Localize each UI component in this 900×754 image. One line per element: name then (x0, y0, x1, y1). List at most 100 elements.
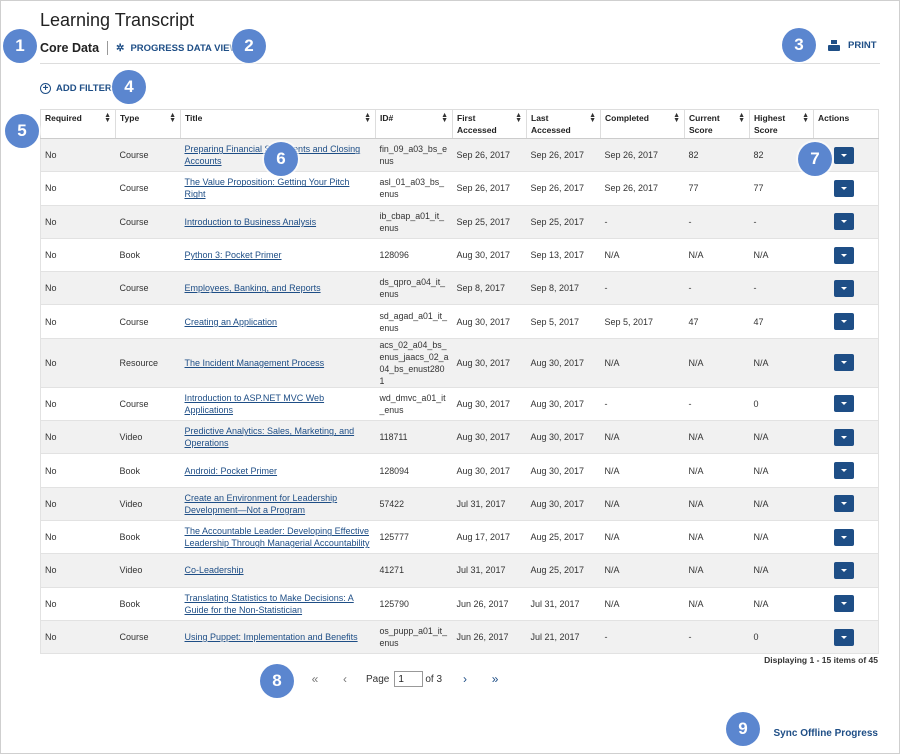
column-header[interactable]: Last Accessed ▲ ▼ (526, 109, 601, 139)
sort-icon[interactable]: ▲ ▼ (738, 112, 745, 124)
prev-page-icon[interactable]: ‹ (338, 672, 352, 686)
cell-first: Aug 30, 2017 (452, 453, 527, 488)
course-title-link[interactable]: Android: Pocket Primer (185, 466, 278, 476)
row-actions-button[interactable] (833, 561, 854, 579)
cell-id: 128096 (375, 238, 453, 273)
course-title-link[interactable]: The Accountable Leader: Developing Effec… (185, 526, 370, 548)
row-actions-button[interactable] (833, 428, 854, 446)
course-title-link[interactable]: Using Puppet: Implementation and Benefit… (185, 632, 358, 642)
course-title-link[interactable]: Employees, Banking, and Reports (185, 283, 321, 293)
cell-highest: N/A (749, 553, 814, 588)
course-title-link[interactable]: Translating Statistics to Make Decisions… (185, 593, 354, 615)
row-actions-button[interactable] (833, 462, 854, 480)
cell-completed: Sep 26, 2017 (600, 171, 685, 206)
callout-badge: 8 (260, 664, 294, 698)
column-header[interactable]: First Accessed ▲ ▼ (452, 109, 527, 139)
cell-first: Aug 30, 2017 (452, 304, 527, 339)
first-page-icon[interactable]: « (308, 672, 322, 686)
cell-first: Jun 26, 2017 (452, 587, 527, 621)
row-actions-button[interactable] (833, 495, 854, 513)
cell-required: No (40, 271, 116, 306)
cell-current: - (684, 620, 750, 655)
course-title-link[interactable]: Python 3: Pocket Primer (185, 250, 282, 260)
cell-required: No (40, 553, 116, 588)
sort-icon[interactable]: ▲ ▼ (441, 112, 448, 124)
row-actions-button[interactable] (833, 313, 854, 331)
caret-down-icon (840, 502, 847, 506)
cell-first: Sep 26, 2017 (452, 138, 527, 173)
caret-down-icon (840, 435, 847, 439)
column-header[interactable]: Highest Score ▲ ▼ (749, 109, 814, 139)
tab-core-data[interactable]: Core Data (40, 41, 99, 55)
course-title-link[interactable]: Introduction to Business Analysis (185, 217, 317, 227)
cell-first: Sep 25, 2017 (452, 205, 527, 239)
column-header-label: Last Accessed (531, 113, 571, 135)
cell-highest: N/A (749, 238, 814, 273)
row-actions-button[interactable] (833, 354, 854, 372)
row-actions-button[interactable] (833, 628, 854, 646)
view-tabs: Core Data ✲ PROGRESS DATA VIEW (40, 40, 238, 56)
cell-completed: N/A (600, 420, 685, 455)
row-actions-button[interactable] (833, 179, 854, 197)
tab-progress-data-view[interactable]: ✲ PROGRESS DATA VIEW (116, 43, 238, 54)
callout-badge: 3 (782, 28, 816, 62)
last-page-icon[interactable]: » (488, 672, 502, 686)
sort-icon[interactable]: ▲ ▼ (673, 112, 680, 124)
course-title-link[interactable]: Create an Environment for Leadership Dev… (185, 493, 338, 515)
sync-offline-progress-link[interactable]: Sync Offline Progress (774, 728, 878, 739)
row-actions-button[interactable] (833, 279, 854, 297)
row-actions-button[interactable] (833, 595, 854, 613)
cell-completed: Sep 5, 2017 (600, 304, 685, 339)
column-header[interactable]: Type ▲ ▼ (115, 109, 181, 139)
column-header[interactable]: ID# ▲ ▼ (375, 109, 453, 139)
sort-icon[interactable]: ▲ ▼ (364, 112, 371, 124)
course-title-link[interactable]: Co-Leadership (185, 565, 244, 575)
add-filters-button[interactable]: + ADD FILTERS (40, 83, 118, 94)
cell-title: Introduction to Business Analysis (180, 205, 376, 239)
course-title-link[interactable]: The Value Proposition: Getting Your Pitc… (185, 177, 350, 199)
cell-required: No (40, 420, 116, 455)
cell-last: Aug 25, 2017 (526, 553, 601, 588)
sort-icon[interactable]: ▲ ▼ (589, 112, 596, 124)
column-header-label: Actions (818, 113, 850, 123)
cell-type: Resource (115, 338, 181, 388)
column-header[interactable]: Required ▲ ▼ (40, 109, 116, 139)
cell-current: N/A (684, 453, 750, 488)
course-title-link[interactable]: The Incident Management Process (185, 358, 325, 368)
cell-current: 77 (684, 171, 750, 206)
cell-first: Aug 30, 2017 (452, 420, 527, 455)
column-header[interactable]: Current Score ▲ ▼ (684, 109, 750, 139)
sort-icon[interactable]: ▲ ▼ (169, 112, 176, 124)
row-actions-button[interactable] (833, 146, 854, 164)
cell-last: Sep 25, 2017 (526, 205, 601, 239)
caret-down-icon (840, 602, 847, 606)
page-number-input[interactable] (394, 671, 424, 687)
course-title-link[interactable]: Introduction to ASP.NET MVC Web Applicat… (185, 393, 325, 415)
caret-down-icon (840, 220, 847, 224)
column-header[interactable]: Completed ▲ ▼ (600, 109, 685, 139)
cell-actions (813, 553, 879, 588)
course-title-link[interactable]: Creating an Application (185, 317, 278, 327)
print-button[interactable]: PRINT (828, 40, 877, 51)
sort-icon[interactable]: ▲ ▼ (104, 112, 111, 124)
cell-last: Sep 5, 2017 (526, 304, 601, 339)
next-page-icon[interactable]: › (458, 672, 472, 686)
cell-last: Sep 26, 2017 (526, 171, 601, 206)
row-actions-button[interactable] (833, 528, 854, 546)
cell-actions (813, 387, 879, 422)
cell-last: Aug 25, 2017 (526, 520, 601, 555)
sort-icon[interactable]: ▲ ▼ (515, 112, 522, 124)
caret-down-icon (840, 535, 847, 539)
cell-required: No (40, 453, 116, 488)
row-actions-button[interactable] (833, 213, 854, 231)
course-title-link[interactable]: Predictive Analytics: Sales, Marketing, … (185, 426, 355, 448)
row-actions-button[interactable] (833, 246, 854, 264)
cell-id: 125777 (375, 520, 453, 555)
page-title: Learning Transcript (40, 10, 195, 30)
cell-id: sd_agad_a01_it_enus (375, 304, 453, 339)
cell-type: Course (115, 171, 181, 206)
column-header[interactable]: Title ▲ ▼ (180, 109, 376, 139)
cell-current: N/A (684, 420, 750, 455)
sort-icon[interactable]: ▲ ▼ (802, 112, 809, 124)
row-actions-button[interactable] (833, 395, 854, 413)
